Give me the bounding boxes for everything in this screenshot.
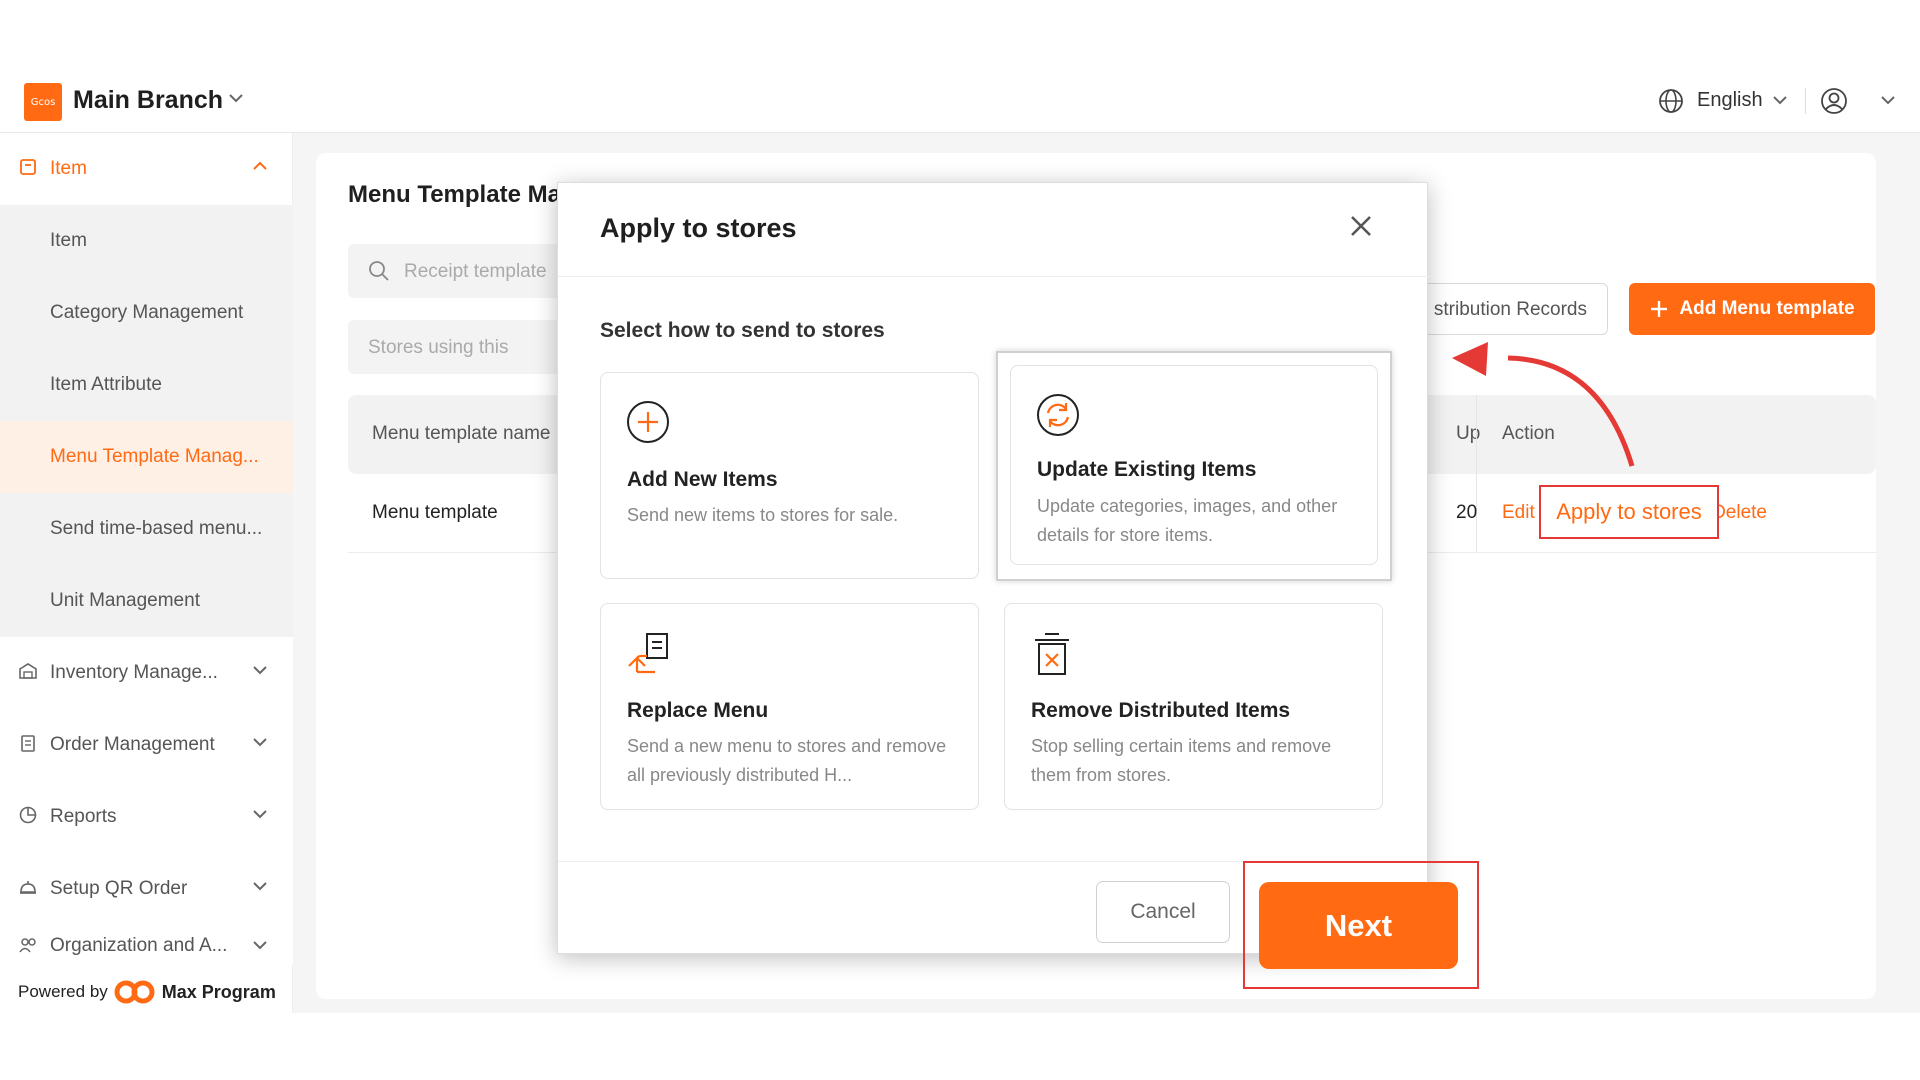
- plus-icon: [1651, 301, 1668, 317]
- refresh-icon: [1037, 394, 1079, 436]
- sidebar-item-label: Category Management: [50, 302, 244, 323]
- option-update-existing-items[interactable]: Update Existing Items Update categories,…: [1010, 365, 1378, 565]
- powered-by: Powered by Max Program: [18, 979, 276, 1005]
- brand-name: Max Program: [161, 981, 276, 1002]
- option-description: Update categories, images, and other det…: [1037, 496, 1338, 545]
- option-replace-menu[interactable]: Replace Menu Send a new menu to stores a…: [600, 603, 979, 810]
- item-icon: [20, 159, 36, 175]
- chevron-down-icon[interactable]: [1772, 94, 1788, 106]
- search-icon: [369, 261, 389, 281]
- apply-to-stores-link[interactable]: Apply to stores: [1539, 485, 1719, 539]
- replace-document-icon: [628, 633, 668, 674]
- cancel-button[interactable]: Cancel: [1096, 881, 1230, 943]
- chevron-down-icon[interactable]: [1880, 94, 1896, 106]
- language-selector[interactable]: English: [1697, 89, 1763, 112]
- sidebar-item-label: Item: [50, 230, 87, 251]
- option-title: Update Existing Items: [1037, 458, 1257, 481]
- trash-icon: [1035, 633, 1069, 675]
- add-menu-template-label: Add Menu template: [1679, 298, 1855, 319]
- next-button[interactable]: Next: [1259, 882, 1458, 969]
- clipboard-icon: [21, 735, 35, 752]
- option-title: Replace Menu: [627, 699, 769, 722]
- chevron-down-icon[interactable]: [252, 808, 268, 820]
- sidebar-item-item-attribute[interactable]: Item Attribute: [0, 349, 293, 421]
- sidebar-item-order-management[interactable]: Order Management: [0, 709, 293, 781]
- top-header: Gcos Main Branch English: [0, 56, 1920, 133]
- chevron-down-icon[interactable]: [252, 880, 268, 892]
- sidebar-item-label: Item: [50, 158, 87, 179]
- sidebar-item-item-group[interactable]: Item: [0, 133, 293, 205]
- table-cell-name: Menu template: [372, 502, 498, 523]
- dialog-subtitle: Select how to send to stores: [600, 319, 885, 342]
- chevron-down-icon[interactable]: [252, 939, 268, 951]
- people-icon: [19, 938, 36, 953]
- distribution-records-label: stribution Records: [1433, 299, 1587, 320]
- sidebar-item-inventory[interactable]: Inventory Manage...: [0, 637, 293, 709]
- sidebar-item-unit-management[interactable]: Unit Management: [0, 565, 293, 637]
- dialog-divider: [558, 276, 1429, 277]
- sidebar-item-label: Order Management: [50, 734, 215, 755]
- cancel-label: Cancel: [1130, 900, 1196, 923]
- option-title: Add New Items: [627, 468, 778, 491]
- delete-link[interactable]: Delete: [1719, 502, 1767, 524]
- bell-icon: [20, 881, 36, 894]
- globe-icon[interactable]: [1658, 88, 1684, 114]
- sidebar-item-label: Setup QR Order: [50, 878, 188, 899]
- column-header-name: Menu template name: [372, 423, 551, 444]
- option-add-new-items[interactable]: Add New Items Send new items to stores f…: [600, 372, 979, 579]
- add-menu-template-button[interactable]: Add Menu template: [1629, 283, 1875, 335]
- dialog-title: Apply to stores: [600, 213, 797, 243]
- branch-selector[interactable]: Main Branch: [73, 86, 223, 115]
- option-title: Remove Distributed Items: [1031, 699, 1291, 722]
- sidebar-item-label: Unit Management: [50, 590, 200, 611]
- sidebar-item-qr-order[interactable]: Setup QR Order: [0, 853, 293, 925]
- sidebar-item-organization[interactable]: Organization and A...: [0, 925, 293, 965]
- search-placeholder: Receipt template: [404, 261, 547, 282]
- filter-placeholder: Stores using this: [368, 337, 509, 358]
- sidebar-item-menu-template[interactable]: Menu Template Manag...: [0, 421, 293, 493]
- next-label: Next: [1324, 907, 1393, 943]
- chevron-down-icon[interactable]: [252, 664, 268, 676]
- plus-circle-icon: [627, 401, 669, 443]
- user-avatar-icon[interactable]: [1820, 87, 1848, 115]
- app-logo: Gcos: [24, 83, 62, 121]
- page-title: Menu Template Ma: [348, 181, 561, 208]
- option-description: Send a new menu to stores and remove all…: [627, 736, 947, 785]
- close-icon[interactable]: [1348, 213, 1374, 239]
- max-program-logo-icon: [114, 980, 155, 1004]
- sidebar-item-label: Organization and A...: [50, 935, 228, 956]
- sidebar-item-item[interactable]: Item: [0, 205, 293, 277]
- sidebar-item-label: Send time-based menu...: [50, 518, 263, 539]
- option-remove-distributed-items[interactable]: Remove Distributed Items Stop selling ce…: [1004, 603, 1383, 810]
- header-divider: [1805, 88, 1806, 114]
- sidebar-item-label: Item Attribute: [50, 374, 162, 395]
- sidebar: Item Item Category Management Item Attri…: [0, 133, 293, 1013]
- annotation-arrow-icon: [1452, 342, 1635, 467]
- option-description: Send new items to stores for sale.: [627, 505, 899, 525]
- sidebar-item-label: Menu Template Manag...: [50, 446, 259, 467]
- powered-by-label: Powered by: [18, 982, 108, 1001]
- sidebar-item-label: Reports: [50, 806, 117, 827]
- chevron-down-icon[interactable]: [252, 736, 268, 748]
- chevron-down-icon[interactable]: [228, 92, 244, 104]
- pie-chart-icon: [19, 806, 37, 824]
- table-cell-updated: 20: [1456, 502, 1478, 523]
- sidebar-item-reports[interactable]: Reports: [0, 781, 293, 853]
- sidebar-item-label: Inventory Manage...: [50, 662, 218, 683]
- edit-link[interactable]: Edit: [1502, 502, 1535, 524]
- sidebar-item-time-based-menu[interactable]: Send time-based menu...: [0, 493, 293, 565]
- chevron-up-icon[interactable]: [252, 160, 268, 172]
- apply-to-stores-label: Apply to stores: [1556, 499, 1702, 524]
- option-description: Stop selling certain items and remove th…: [1031, 736, 1332, 785]
- sidebar-item-category-management[interactable]: Category Management: [0, 277, 293, 349]
- warehouse-icon: [19, 663, 37, 679]
